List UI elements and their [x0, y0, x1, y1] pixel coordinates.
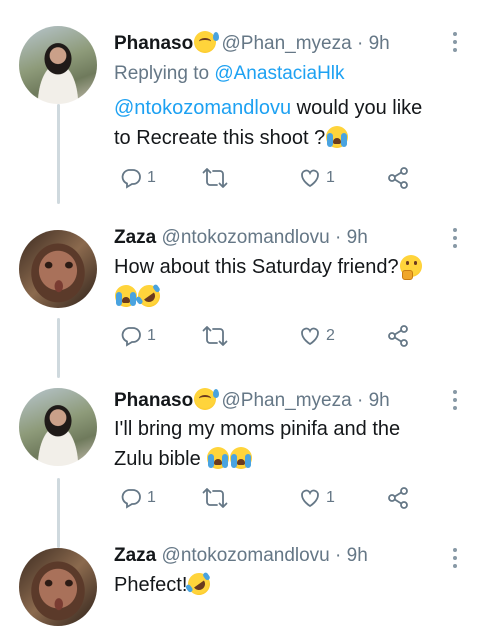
- loudly-crying-emoji-icon: [230, 447, 253, 469]
- loudly-crying-emoji-icon: [207, 447, 230, 469]
- display-name[interactable]: Zaza: [114, 227, 156, 248]
- reply-icon: [121, 489, 141, 509]
- user-handle[interactable]: @Phan_myeza: [221, 390, 351, 411]
- retweet-icon: [202, 168, 228, 188]
- sweat-smile-emoji-icon: [194, 388, 220, 410]
- tweet-header: Phanaso @Phan_myeza · 9h: [114, 388, 440, 413]
- reply-count: 1: [147, 489, 156, 506]
- timestamp[interactable]: 9h: [347, 545, 368, 566]
- separator-dot: ·: [356, 33, 364, 54]
- heart-icon: [301, 169, 319, 188]
- timestamp[interactable]: 9h: [347, 227, 368, 248]
- user-handle[interactable]: @ntokozomandlovu: [162, 227, 330, 248]
- tweet-text: How about this Saturday friend?: [114, 252, 460, 312]
- display-name[interactable]: Zaza: [114, 545, 156, 566]
- avatar[interactable]: [19, 230, 97, 308]
- like-button[interactable]: 1: [298, 166, 335, 190]
- retweet-button[interactable]: [202, 324, 232, 348]
- share-icon: [388, 167, 408, 189]
- like-count: 2: [326, 327, 335, 344]
- separator-dot: ·: [335, 545, 342, 566]
- tweet-text-line: How about this Saturday friend?: [114, 256, 399, 278]
- tweet-text-line: Phefect!: [114, 574, 188, 596]
- retweet-button[interactable]: [202, 486, 232, 510]
- thread-line: [57, 318, 60, 378]
- user-handle[interactable]: @ntokozomandlovu: [162, 545, 330, 566]
- loudly-crying-emoji-icon: [115, 285, 137, 307]
- like-count: 1: [326, 169, 335, 186]
- separator-dot: ·: [335, 227, 342, 248]
- reply-count: 1: [147, 327, 156, 344]
- tweet-actions: 1 2: [114, 324, 440, 354]
- mention-link[interactable]: @ntokozomandlovu: [114, 97, 291, 119]
- reply-count: 1: [147, 169, 156, 186]
- separator-dot: ·: [356, 390, 364, 411]
- tweet-text-line: to Recreate this shoot ?: [114, 127, 326, 149]
- more-vertical-icon[interactable]: [452, 390, 458, 410]
- share-button[interactable]: [386, 324, 410, 348]
- thinking-emoji-icon: [399, 255, 422, 280]
- reply-button[interactable]: 1: [119, 166, 156, 190]
- tweet-header: Zaza @ntokozomandlovu · 9h: [114, 544, 440, 568]
- display-name[interactable]: Phanaso: [114, 390, 193, 411]
- display-name[interactable]: Phanaso: [114, 33, 193, 54]
- tweet-actions: 1 1: [114, 166, 440, 196]
- share-icon: [388, 487, 408, 509]
- more-vertical-icon[interactable]: [452, 32, 458, 52]
- avatar[interactable]: [19, 388, 97, 466]
- thread-line: [57, 478, 60, 548]
- timestamp[interactable]: 9h: [369, 390, 390, 411]
- replying-to-label: Replying to: [114, 63, 210, 84]
- reply-button[interactable]: 1: [119, 486, 156, 510]
- timestamp[interactable]: 9h: [369, 33, 390, 54]
- like-button[interactable]: 2: [298, 324, 335, 348]
- avatar[interactable]: [19, 26, 97, 104]
- rolling-laughing-emoji-icon: [133, 280, 165, 312]
- reply-icon: [121, 327, 141, 347]
- tweet-header: Phanaso @Phan_myeza · 9h: [114, 31, 440, 56]
- tweet-text-line: Zulu bible: [114, 448, 207, 470]
- reply-icon: [121, 169, 141, 189]
- thread-line: [57, 104, 60, 204]
- avatar[interactable]: [19, 548, 97, 626]
- tweet-text-line: would you like: [291, 97, 423, 119]
- share-button[interactable]: [386, 486, 410, 510]
- user-handle[interactable]: @Phan_myeza: [221, 33, 351, 54]
- more-vertical-icon[interactable]: [452, 548, 458, 568]
- share-button[interactable]: [386, 166, 410, 190]
- tweet-text: I'll bring my moms pinifa and the Zulu b…: [114, 414, 460, 474]
- retweet-button[interactable]: [202, 166, 232, 190]
- tweet-text: Phefect!: [114, 568, 460, 600]
- replying-to-mention[interactable]: @AnastaciaHlk: [214, 63, 344, 84]
- reply-button[interactable]: 1: [119, 324, 156, 348]
- heart-icon: [301, 489, 319, 508]
- like-count: 1: [326, 489, 335, 506]
- loudly-crying-emoji-icon: [326, 126, 349, 148]
- tweet-header: Zaza @ntokozomandlovu · 9h: [114, 226, 440, 250]
- tweet-text: @ntokozomandlovu would you like to Recre…: [114, 93, 460, 153]
- more-vertical-icon[interactable]: [452, 228, 458, 248]
- retweet-icon: [202, 326, 228, 346]
- share-icon: [388, 325, 408, 347]
- tweet-text-line: I'll bring my moms pinifa and the: [114, 418, 401, 440]
- rolling-laughing-emoji-icon: [184, 568, 215, 600]
- heart-icon: [301, 327, 319, 346]
- tweet-actions: 1 1: [114, 486, 440, 516]
- replying-to: Replying to @AnastaciaHlk: [114, 62, 345, 86]
- retweet-icon: [202, 488, 228, 508]
- like-button[interactable]: 1: [298, 486, 335, 510]
- sweat-smile-emoji-icon: [194, 31, 220, 53]
